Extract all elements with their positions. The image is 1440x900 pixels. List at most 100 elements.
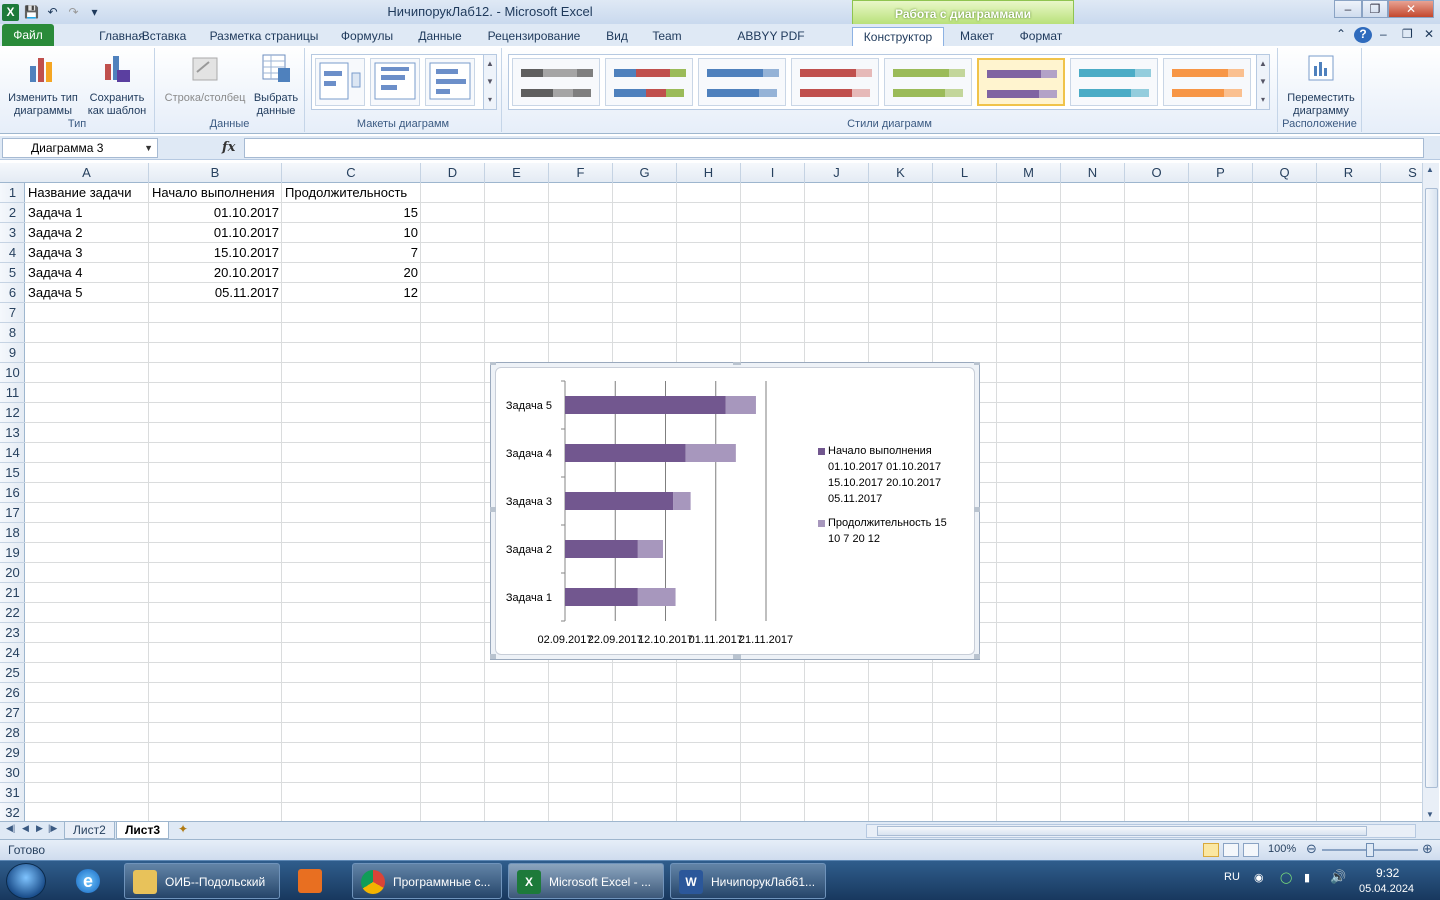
horizontal-scrollbar[interactable] xyxy=(866,824,1416,838)
taskbar-item-word[interactable]: W НичипорукЛаб61... xyxy=(670,863,826,899)
row-header-8[interactable]: 8 xyxy=(0,323,25,343)
zoom-level[interactable]: 100% xyxy=(1268,843,1296,855)
language-indicator[interactable]: RU xyxy=(1224,871,1240,883)
chart-style-5[interactable] xyxy=(884,58,972,106)
tray-clock-date[interactable]: 05.04.2024 xyxy=(1359,883,1414,895)
tray-network-icon[interactable]: ◉ xyxy=(1254,871,1264,884)
row-header-26[interactable]: 26 xyxy=(0,683,25,703)
name-box-dropdown-icon[interactable]: ▼ xyxy=(144,139,153,157)
row-header-9[interactable]: 9 xyxy=(0,343,25,363)
tab-format[interactable]: Формат xyxy=(1012,27,1070,46)
column-header-k[interactable]: K xyxy=(869,163,933,183)
tray-clock-time[interactable]: 9:32 xyxy=(1376,866,1399,880)
cell-b6[interactable]: 05.11.2017 xyxy=(149,283,282,303)
tray-status-icon[interactable]: ◯ xyxy=(1280,871,1292,884)
tab-review[interactable]: Рецензирование xyxy=(484,27,584,46)
chart-style-7[interactable] xyxy=(1070,58,1158,106)
column-header-d[interactable]: D xyxy=(421,163,485,183)
row-header-10[interactable]: 10 xyxy=(0,363,25,383)
next-sheet-icon[interactable]: ▶ xyxy=(36,823,43,834)
sheet-tab-list2[interactable]: Лист2 xyxy=(64,822,115,839)
column-header-g[interactable]: G xyxy=(613,163,677,183)
worksheet-grid[interactable]: ABCDEFGHIJKLMNOPQRS 1 2 3 4 5 6 7 8 9 10 11 12 13 14 1… xyxy=(0,163,1422,821)
row-header-27[interactable]: 27 xyxy=(0,703,25,723)
workbook-minimize-icon[interactable]: – xyxy=(1380,27,1387,41)
column-header-h[interactable]: H xyxy=(677,163,741,183)
cell-a2[interactable]: Задача 1 xyxy=(25,203,149,223)
zoom-in-icon[interactable]: ⊕ xyxy=(1422,841,1433,857)
chart-layout-3[interactable] xyxy=(425,58,475,106)
cell-c6[interactable]: 12 xyxy=(282,283,421,303)
tab-page-layout[interactable]: Разметка страницы xyxy=(206,27,322,46)
cell-c1[interactable]: Продолжительность xyxy=(282,183,421,203)
row-header-17[interactable]: 17 xyxy=(0,503,25,523)
cell-a5[interactable]: Задача 4 xyxy=(25,263,149,283)
row-header-22[interactable]: 22 xyxy=(0,603,25,623)
zoom-slider-knob[interactable] xyxy=(1366,843,1374,857)
tab-design[interactable]: Конструктор xyxy=(852,27,944,46)
row-header-14[interactable]: 14 xyxy=(0,443,25,463)
cell-a3[interactable]: Задача 2 xyxy=(25,223,149,243)
row-header-5[interactable]: 5 xyxy=(0,263,25,283)
row-header-21[interactable]: 21 xyxy=(0,583,25,603)
minimize-button[interactable]: – xyxy=(1334,0,1362,18)
taskbar-item-folder[interactable]: ОИБ--Подольский xyxy=(124,863,280,899)
layouts-gallery-scroll[interactable]: ▲ ▼ ▾ xyxy=(483,54,497,110)
cell-c5[interactable]: 20 xyxy=(282,263,421,283)
last-sheet-icon[interactable]: |▶ xyxy=(48,823,57,834)
page-layout-view-button[interactable] xyxy=(1223,843,1239,857)
select-data-button[interactable]: Выбрать данные xyxy=(249,52,303,118)
tab-team[interactable]: Team xyxy=(648,27,686,46)
row-header-4[interactable]: 4 xyxy=(0,243,25,263)
row-header-28[interactable]: 28 xyxy=(0,723,25,743)
help-icon[interactable]: ? xyxy=(1354,27,1372,43)
row-header-16[interactable]: 16 xyxy=(0,483,25,503)
styles-gallery-scroll[interactable]: ▲ ▼ ▾ xyxy=(1256,54,1270,110)
row-header-23[interactable]: 23 xyxy=(0,623,25,643)
chart-layout-2[interactable] xyxy=(370,58,420,106)
tab-insert[interactable]: Вставка xyxy=(136,27,192,46)
tab-data[interactable]: Данные xyxy=(412,27,468,46)
row-header-15[interactable]: 15 xyxy=(0,463,25,483)
save-as-template-button[interactable]: Сохранить как шаблон xyxy=(82,52,152,118)
cell-a6[interactable]: Задача 5 xyxy=(25,283,149,303)
chart-style-3[interactable] xyxy=(698,58,786,106)
column-header-r[interactable]: R xyxy=(1317,163,1381,183)
tray-volume-icon[interactable]: 🔊 xyxy=(1330,869,1346,885)
move-chart-button[interactable]: Переместить диаграмму xyxy=(1282,52,1360,118)
chart-style-2[interactable] xyxy=(605,58,693,106)
cell-a1[interactable]: Название задачи xyxy=(25,183,149,203)
cell-c4[interactable]: 7 xyxy=(282,243,421,263)
row-header-25[interactable]: 25 xyxy=(0,663,25,683)
workbook-restore-icon[interactable]: ❐ xyxy=(1402,27,1413,41)
cell-b5[interactable]: 20.10.2017 xyxy=(149,263,282,283)
vertical-scrollbar[interactable]: ▲ ▼ xyxy=(1422,163,1439,821)
chart-style-4[interactable] xyxy=(791,58,879,106)
row-header-29[interactable]: 29 xyxy=(0,743,25,763)
tab-layout[interactable]: Макет xyxy=(954,27,1000,46)
restore-button[interactable]: ❐ xyxy=(1362,0,1388,18)
zoom-slider[interactable] xyxy=(1322,843,1418,857)
column-header-p[interactable]: P xyxy=(1189,163,1253,183)
taskbar-item-excel[interactable]: X Microsoft Excel - ... xyxy=(508,863,664,899)
change-chart-type-button[interactable]: Изменить тип диаграммы xyxy=(4,52,82,118)
cell-c3[interactable]: 10 xyxy=(282,223,421,243)
row-header-30[interactable]: 30 xyxy=(0,763,25,783)
zoom-out-icon[interactable]: ⊖ xyxy=(1306,841,1317,857)
scroll-up-icon[interactable]: ▲ xyxy=(1426,165,1434,174)
row-header-6[interactable]: 6 xyxy=(0,283,25,303)
column-header-n[interactable]: N xyxy=(1061,163,1125,183)
column-header-s[interactable]: S xyxy=(1381,163,1422,183)
media-taskbar-button[interactable] xyxy=(286,863,346,899)
horizontal-scroll-thumb[interactable] xyxy=(877,826,1367,836)
row-header-13[interactable]: 13 xyxy=(0,423,25,443)
tab-formulas[interactable]: Формулы xyxy=(336,27,398,46)
gantt-chart[interactable]: 02.09.2017 22.09.2017 12.10.2017 01.11.2017… xyxy=(490,362,980,660)
normal-view-button[interactable] xyxy=(1203,843,1219,857)
column-header-i[interactable]: I xyxy=(741,163,805,183)
page-break-view-button[interactable] xyxy=(1243,843,1259,857)
chart-style-1[interactable] xyxy=(512,58,600,106)
chart-style-8[interactable] xyxy=(1163,58,1251,106)
chart-layout-1[interactable] xyxy=(315,58,365,106)
column-header-a[interactable]: A xyxy=(25,163,149,183)
